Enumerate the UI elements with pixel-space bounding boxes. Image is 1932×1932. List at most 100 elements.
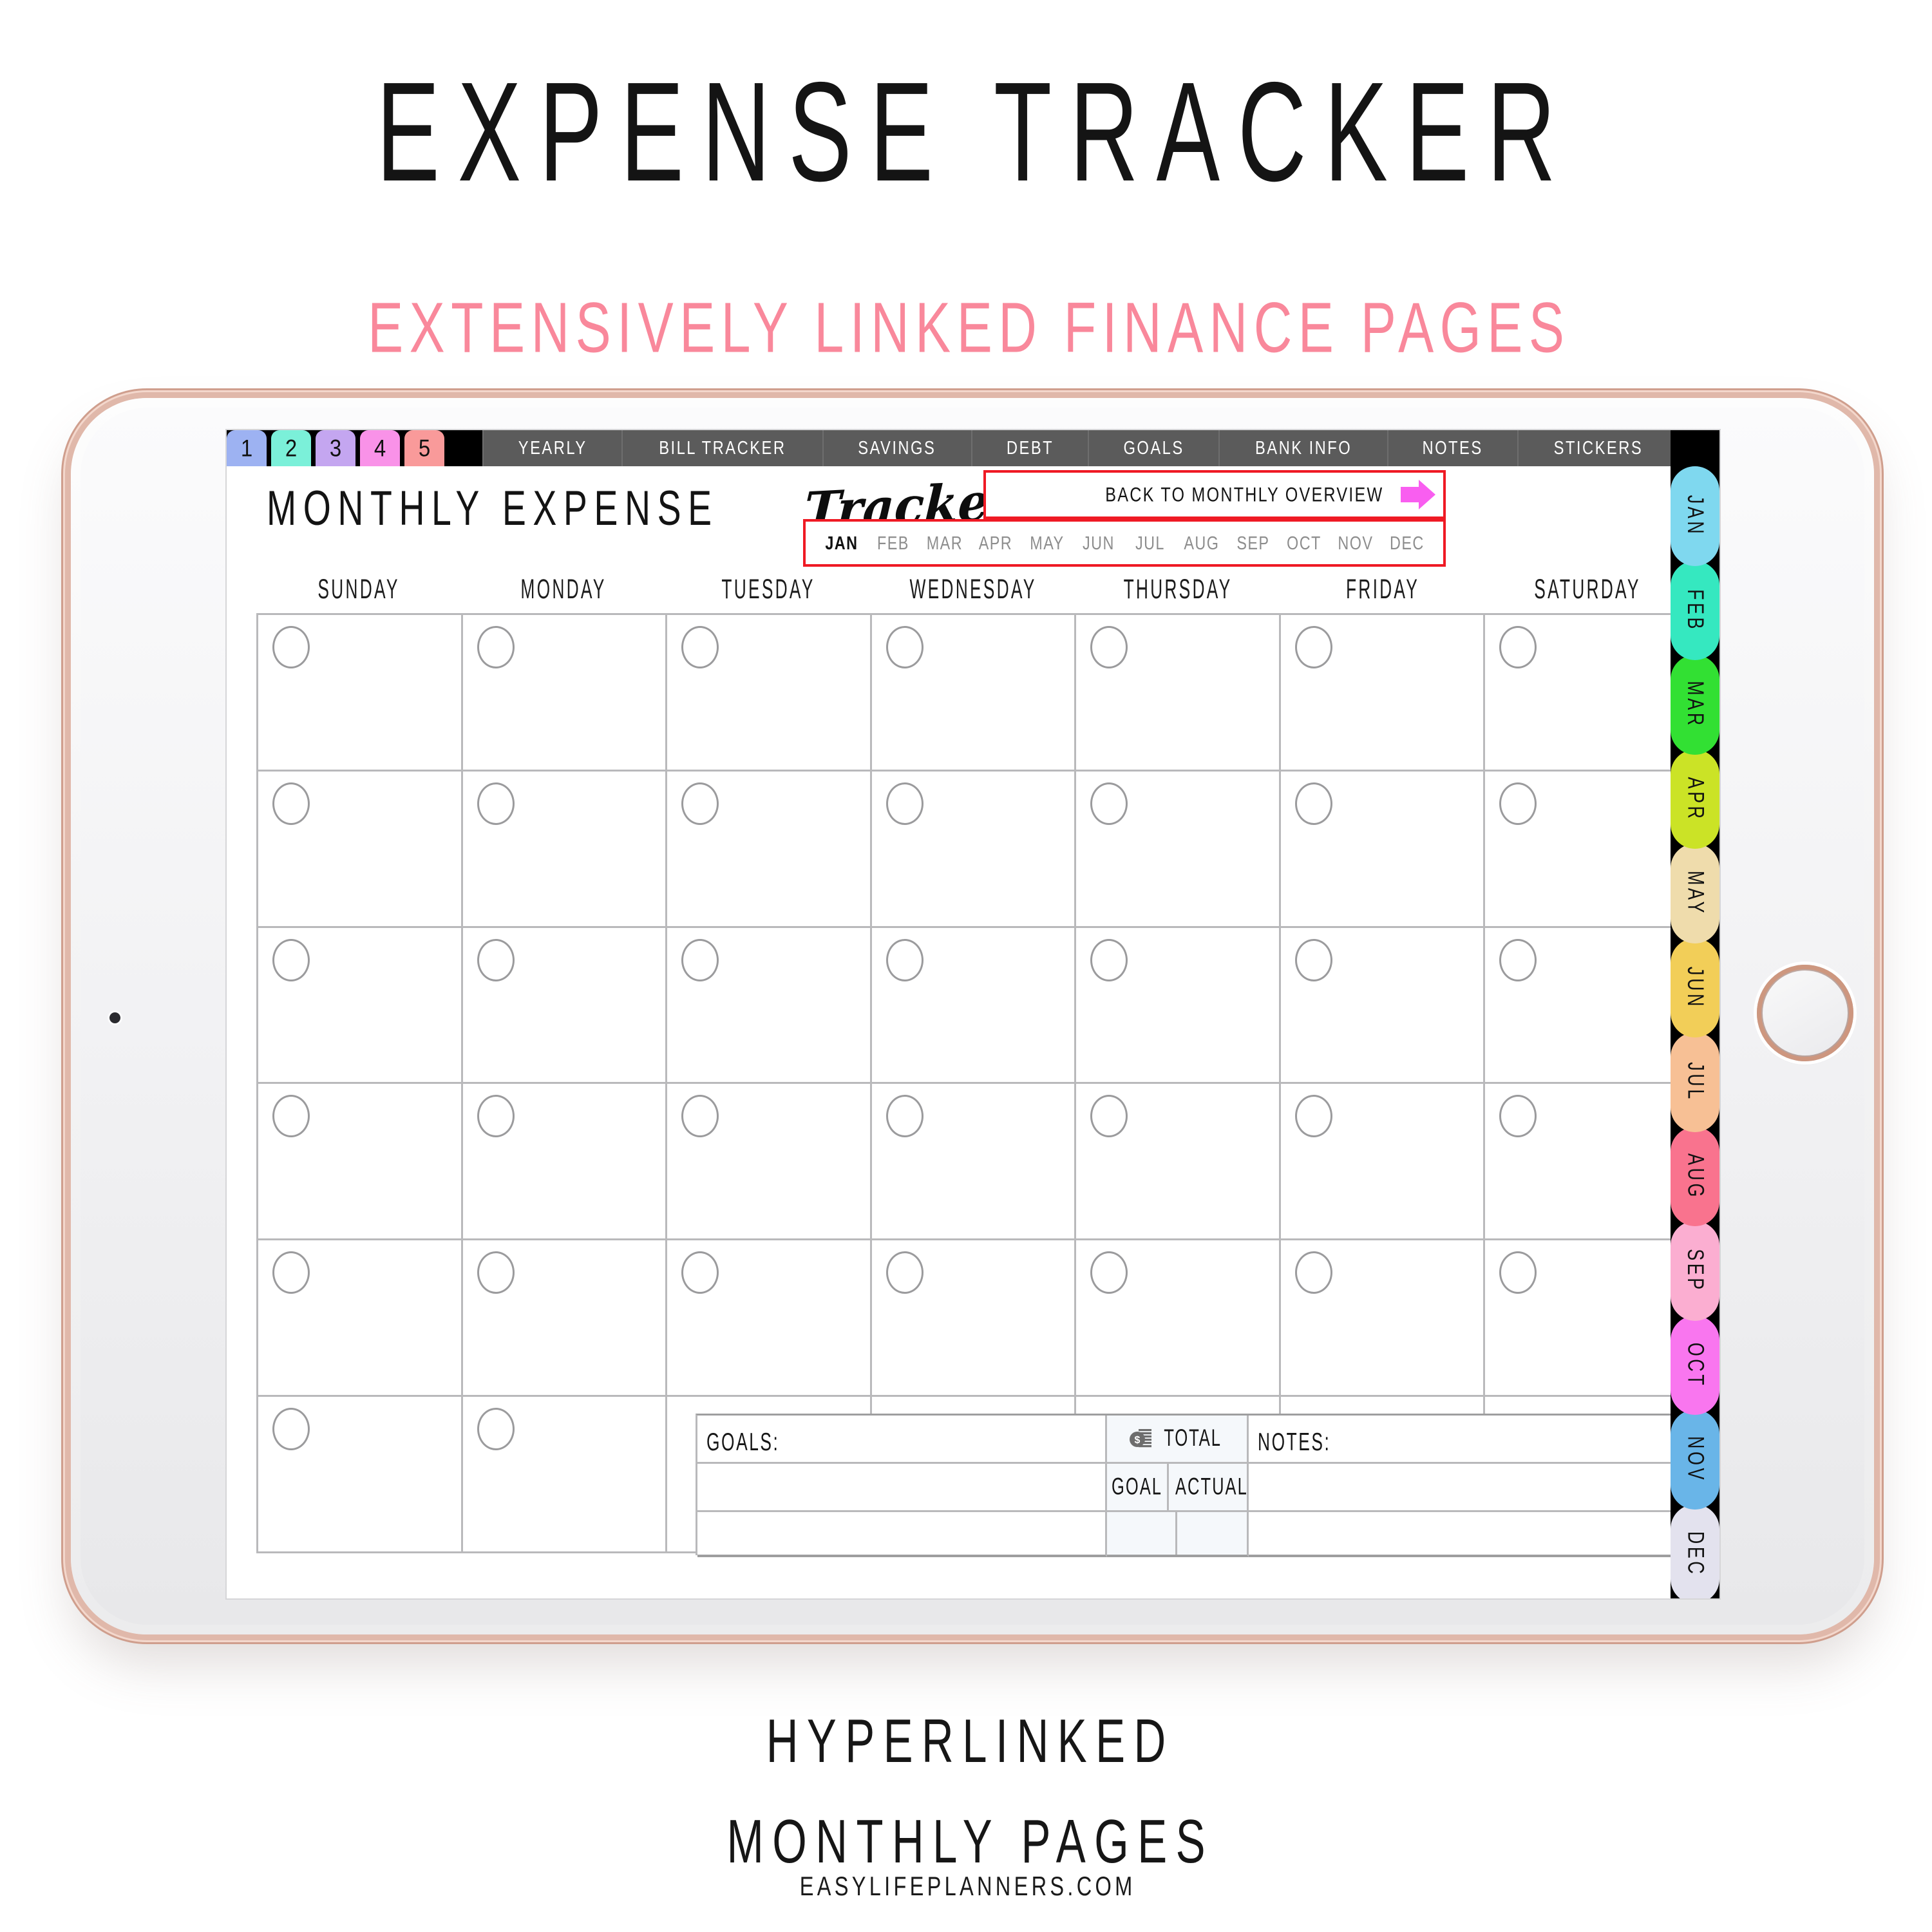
date-circle[interactable] <box>681 1251 719 1294</box>
month-tab-nov[interactable]: NOV <box>1671 1410 1719 1510</box>
month-tab-rail[interactable]: JAN FEB MAR APR MAY JUN JUL AUG SEP OCT NOV DEC <box>1671 466 1719 1598</box>
back-to-monthly-overview-button[interactable]: BACK TO MONTHLY OVERVIEW <box>983 470 1446 519</box>
month-tab-jan[interactable]: JAN <box>1671 466 1719 566</box>
calendar-cell[interactable] <box>462 771 668 928</box>
calendar-cell[interactable] <box>871 1240 1077 1397</box>
date-circle[interactable] <box>477 1095 515 1138</box>
date-circle[interactable] <box>681 782 719 825</box>
calendar-cell[interactable] <box>462 1084 668 1241</box>
month-option-aug[interactable]: AUG <box>1179 532 1225 554</box>
calendar-cell[interactable] <box>462 1397 668 1553</box>
month-tab-jul[interactable]: JUL <box>1671 1032 1719 1132</box>
date-circle[interactable] <box>681 938 719 981</box>
month-tab-dec[interactable]: DEC <box>1671 1504 1719 1598</box>
goal-value-input[interactable] <box>1107 1512 1177 1555</box>
home-button[interactable] <box>1757 965 1853 1061</box>
calendar-cell[interactable] <box>1280 615 1486 772</box>
date-circle[interactable] <box>477 938 515 981</box>
calendar-cell[interactable] <box>1076 1084 1281 1241</box>
calendar-cell[interactable] <box>1485 927 1690 1084</box>
calendar-cell[interactable] <box>1076 927 1281 1084</box>
date-circle[interactable] <box>1294 1251 1332 1294</box>
month-tab-apr[interactable]: APR <box>1671 749 1719 849</box>
month-tab-aug[interactable]: AUG <box>1671 1126 1719 1226</box>
date-circle[interactable] <box>477 1251 515 1294</box>
nav-item-goals[interactable]: GOALS <box>1087 430 1218 466</box>
calendar-cell[interactable] <box>1280 1240 1486 1397</box>
calendar-cell[interactable] <box>667 927 872 1084</box>
date-circle[interactable] <box>272 1095 310 1138</box>
date-circle[interactable] <box>272 782 310 825</box>
calendar-cell[interactable] <box>258 1397 463 1553</box>
calendar-cell[interactable] <box>258 1084 463 1241</box>
date-circle[interactable] <box>886 938 923 981</box>
month-tab-oct[interactable]: OCT <box>1671 1315 1719 1415</box>
date-circle[interactable] <box>1090 938 1128 981</box>
month-tab-feb[interactable]: FEB <box>1671 560 1719 660</box>
calendar-cell[interactable] <box>462 927 668 1084</box>
calendar-cell[interactable] <box>258 927 463 1084</box>
date-circle[interactable] <box>1499 938 1537 981</box>
nav-item-yearly[interactable]: YEARLY <box>482 430 622 466</box>
month-tab-mar[interactable]: MAR <box>1671 655 1719 755</box>
month-tab-jun[interactable]: JUN <box>1671 938 1719 1037</box>
calendar-cell[interactable] <box>258 615 463 772</box>
nav-item-stickers[interactable]: STICKERS <box>1517 430 1679 466</box>
calendar-cell[interactable] <box>871 771 1077 928</box>
calendar-cell[interactable] <box>1280 927 1486 1084</box>
date-circle[interactable] <box>1090 1095 1128 1138</box>
calendar-cell[interactable] <box>1485 615 1690 772</box>
month-option-jun[interactable]: JUN <box>1075 532 1122 554</box>
calendar-cell[interactable] <box>462 1240 668 1397</box>
month-option-dec[interactable]: DEC <box>1384 532 1430 554</box>
calendar-cell[interactable] <box>871 927 1077 1084</box>
calendar-cell[interactable] <box>1280 1084 1486 1241</box>
month-option-may[interactable]: MAY <box>1024 532 1070 554</box>
date-circle[interactable] <box>1499 1251 1537 1294</box>
date-circle[interactable] <box>272 626 310 668</box>
date-circle[interactable] <box>272 938 310 981</box>
nav-item-savings[interactable]: SAVINGS <box>822 430 971 466</box>
actual-value-input[interactable] <box>1177 1512 1247 1555</box>
date-circle[interactable] <box>477 1408 515 1451</box>
date-circle[interactable] <box>1090 782 1128 825</box>
calendar-cell[interactable] <box>462 615 668 772</box>
date-circle[interactable] <box>1090 626 1128 668</box>
calendar-cell[interactable] <box>1280 771 1486 928</box>
date-circle[interactable] <box>272 1251 310 1294</box>
date-circle[interactable] <box>1499 1095 1537 1138</box>
month-option-jan[interactable]: JAN <box>819 532 865 554</box>
month-tab-may[interactable]: MAY <box>1671 844 1719 943</box>
calendar-cell[interactable] <box>667 615 872 772</box>
calendar-cell[interactable] <box>1076 771 1281 928</box>
date-circle[interactable] <box>477 626 515 668</box>
date-circle[interactable] <box>1499 782 1537 825</box>
calendar-cell[interactable] <box>1485 1240 1690 1397</box>
nav-item-bank-info[interactable]: BANK INFO <box>1218 430 1387 466</box>
notes-input-row-2[interactable] <box>1249 1512 1690 1557</box>
number-tab-4[interactable]: 4 <box>360 430 400 466</box>
goals-input-row-2[interactable] <box>697 1512 1107 1557</box>
date-circle[interactable] <box>272 1408 310 1451</box>
notes-input-row-1[interactable] <box>1249 1464 1690 1512</box>
month-tab-sep[interactable]: SEP <box>1671 1221 1719 1321</box>
calendar-cell[interactable] <box>871 615 1077 772</box>
calendar-cell[interactable] <box>667 771 872 928</box>
date-circle[interactable] <box>886 1095 923 1138</box>
date-circle[interactable] <box>886 1251 923 1294</box>
date-circle[interactable] <box>681 626 719 668</box>
month-option-mar[interactable]: MAR <box>922 532 968 554</box>
date-circle[interactable] <box>1294 626 1332 668</box>
date-circle[interactable] <box>1294 782 1332 825</box>
calendar-cell[interactable] <box>258 1240 463 1397</box>
calendar-cell[interactable] <box>258 771 463 928</box>
calendar-cell[interactable] <box>1485 1084 1690 1241</box>
date-circle[interactable] <box>477 782 515 825</box>
number-tab-3[interactable]: 3 <box>316 430 355 466</box>
number-tab-5[interactable]: 5 <box>404 430 444 466</box>
date-circle[interactable] <box>1294 938 1332 981</box>
calendar-cell[interactable] <box>1076 1240 1281 1397</box>
month-selector[interactable]: JAN FEB MAR APR MAY JUN JUL AUG SEP OCT … <box>803 519 1446 567</box>
nav-item-debt[interactable]: DEBT <box>971 430 1088 466</box>
date-circle[interactable] <box>681 1095 719 1138</box>
